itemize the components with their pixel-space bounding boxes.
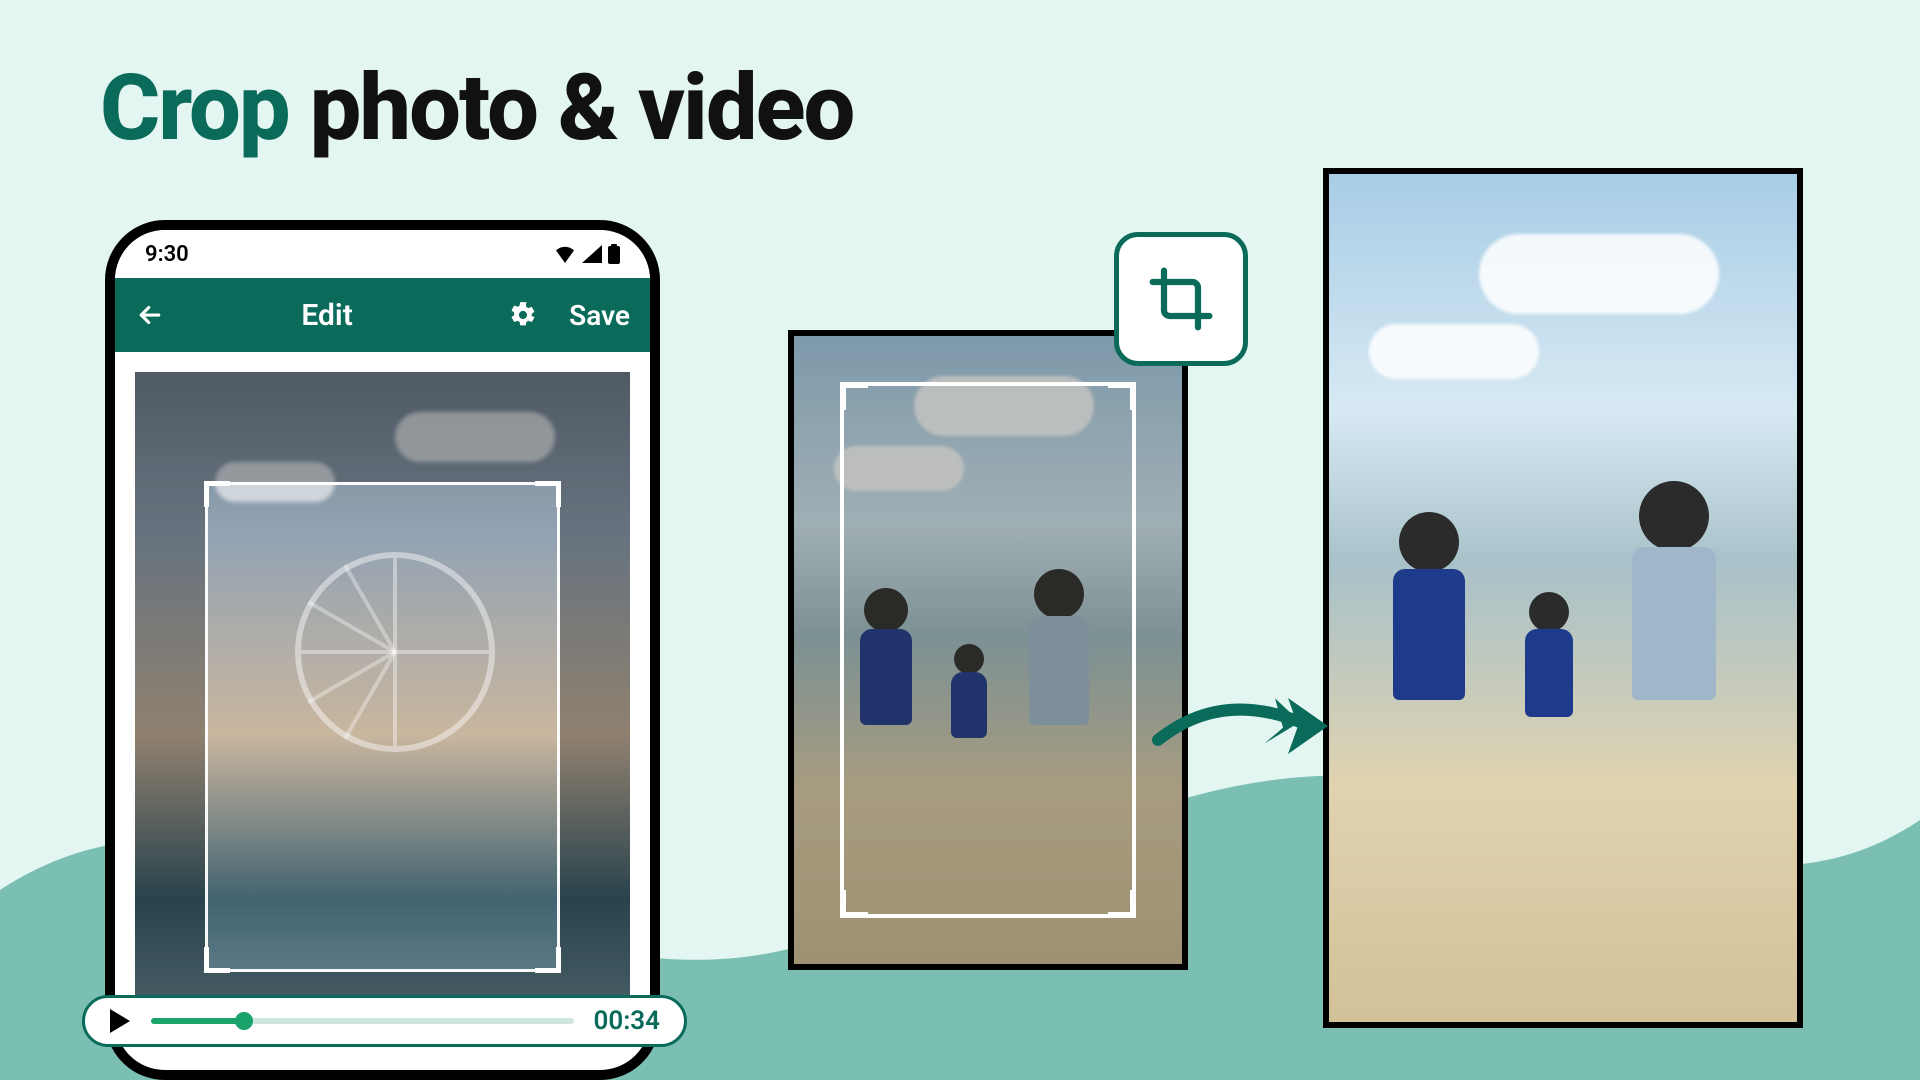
gear-icon bbox=[509, 301, 537, 329]
seek-track[interactable] bbox=[151, 1018, 574, 1024]
back-arrow-icon bbox=[135, 300, 165, 330]
seek-progress bbox=[151, 1018, 244, 1024]
status-time: 9:30 bbox=[145, 242, 189, 267]
battery-icon bbox=[608, 244, 620, 264]
crop-handle-tl[interactable] bbox=[840, 382, 868, 410]
photo-before bbox=[788, 330, 1188, 970]
status-bar: 9:30 bbox=[115, 230, 650, 278]
signal-icon bbox=[582, 245, 602, 263]
crop-handle-tr[interactable] bbox=[1108, 382, 1136, 410]
cloud-shape bbox=[1479, 234, 1719, 314]
status-indicators bbox=[554, 244, 620, 264]
wifi-icon bbox=[554, 245, 576, 263]
cloud-shape bbox=[1369, 324, 1539, 379]
phone-mockup: 9:30 Edit Save bbox=[105, 220, 660, 1080]
settings-button[interactable] bbox=[509, 301, 537, 329]
person-shape bbox=[1399, 512, 1459, 699]
save-button[interactable]: Save bbox=[569, 299, 630, 332]
editor-canvas[interactable] bbox=[135, 372, 630, 1032]
crop-handle-br[interactable] bbox=[535, 947, 561, 973]
back-button[interactable] bbox=[135, 300, 165, 330]
person-shape bbox=[1639, 481, 1709, 700]
crop-handle-bl[interactable] bbox=[204, 947, 230, 973]
app-bar: Edit Save bbox=[115, 278, 650, 352]
crop-dim bbox=[560, 482, 630, 972]
headline: Crop photo & video bbox=[100, 55, 853, 162]
headline-rest: photo & video bbox=[289, 55, 854, 162]
arrow-right-icon bbox=[1150, 680, 1330, 770]
crop-handle-br[interactable] bbox=[1108, 890, 1136, 918]
headline-accent: Crop bbox=[100, 55, 289, 162]
crop-dim bbox=[135, 372, 630, 482]
crop-handle-tr[interactable] bbox=[535, 481, 561, 507]
crop-rectangle[interactable] bbox=[840, 382, 1136, 918]
crop-icon-card bbox=[1114, 232, 1248, 366]
play-icon bbox=[109, 1009, 131, 1033]
crop-icon bbox=[1147, 265, 1215, 333]
crop-handle-bl[interactable] bbox=[840, 890, 868, 918]
crop-rectangle[interactable] bbox=[205, 482, 560, 972]
playback-bar: 00:34 bbox=[82, 995, 687, 1047]
seek-thumb[interactable] bbox=[235, 1012, 253, 1030]
time-label: 00:34 bbox=[594, 1006, 661, 1036]
photo-after bbox=[1323, 168, 1803, 1028]
appbar-title: Edit bbox=[165, 298, 489, 333]
person-shape bbox=[1529, 592, 1569, 717]
play-button[interactable] bbox=[109, 1009, 131, 1033]
crop-handle-tl[interactable] bbox=[204, 481, 230, 507]
crop-dim bbox=[135, 482, 205, 972]
